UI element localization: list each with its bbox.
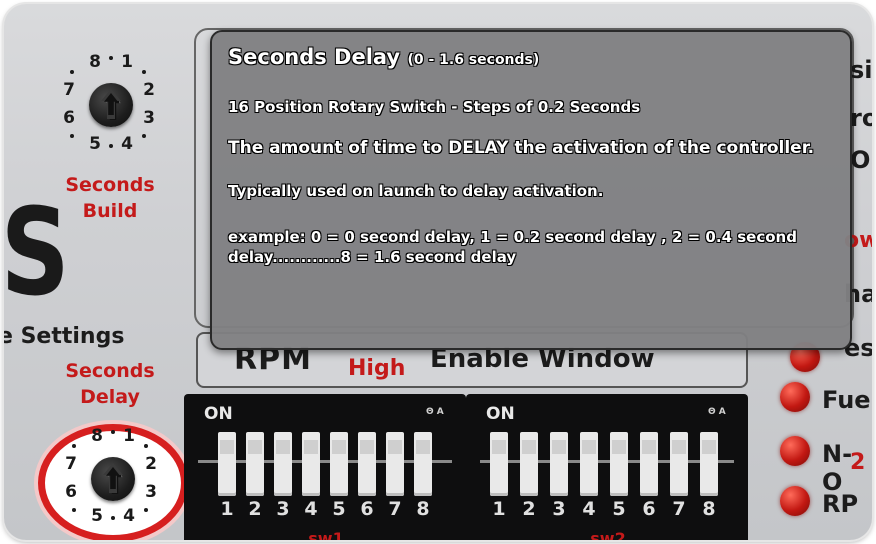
dip-on-label: ON (204, 404, 233, 424)
dial-dot (111, 430, 115, 434)
label-line: Delay (80, 386, 140, 408)
dip-toggle[interactable] (700, 432, 718, 496)
dial-dot (144, 444, 148, 448)
dial-number: 2 (145, 454, 157, 474)
dip-number: 2 (522, 498, 536, 520)
dip-number: 5 (612, 498, 626, 520)
dial-dot (111, 516, 115, 520)
led-label: Fue (822, 386, 871, 414)
dial-dot (72, 508, 76, 512)
dip-toggle[interactable] (520, 432, 538, 496)
dip-number: 2 (248, 498, 262, 520)
dip-number: 6 (642, 498, 656, 520)
dial-number: 1 (121, 52, 133, 72)
dip-toggle[interactable] (640, 432, 658, 496)
dip-toggle[interactable] (414, 432, 432, 496)
tooltip-title-main: Seconds Delay (228, 45, 401, 69)
dip-toggle[interactable] (550, 432, 568, 496)
status-led (780, 486, 810, 516)
dip-number: 3 (276, 498, 290, 520)
status-led (780, 382, 810, 412)
dial-number: 7 (63, 80, 75, 100)
dial-dot (144, 508, 148, 512)
dip-toggle[interactable] (610, 432, 628, 496)
dip-marker-label: Θ A (426, 407, 444, 417)
dial-dot (70, 134, 74, 138)
dip-on-label: ON (486, 404, 515, 424)
seconds-delay-dial[interactable]: 8 1 2 3 4 5 6 7 (58, 424, 168, 534)
dip-switch-block-2: ON Θ A 1 2 3 4 5 6 7 8 sw2 (466, 394, 748, 540)
dip-number: 1 (492, 498, 506, 520)
dip-number: 4 (304, 498, 318, 520)
dip-toggle[interactable] (358, 432, 376, 496)
dip-number: 1 (220, 498, 234, 520)
dip-toggle[interactable] (218, 432, 236, 496)
dip-toggle[interactable] (490, 432, 508, 496)
dial-dot (109, 56, 113, 60)
tooltip-line: example: 0 = 0 second delay, 1 = 0.2 sec… (228, 228, 797, 266)
dip-number: 6 (360, 498, 374, 520)
dial-number: 3 (143, 108, 155, 128)
settings-label: e Settings (4, 324, 125, 349)
tooltip-line: 16 Position Rotary Switch - Steps of 0.2… (228, 98, 641, 116)
dip-toggle[interactable] (274, 432, 292, 496)
dial-number: 8 (91, 426, 103, 446)
dial-number: 8 (89, 52, 101, 72)
right-fragment: O: (850, 146, 872, 174)
dip-number: 3 (552, 498, 566, 520)
seconds-delay-label: Seconds Delay (40, 358, 180, 410)
seconds-build-dial[interactable]: 8 1 2 3 4 5 6 7 (56, 50, 166, 160)
dip-number: 8 (702, 498, 716, 520)
tooltip-line: The amount of time to DELAY the activati… (228, 138, 815, 158)
dial-number: 5 (91, 506, 103, 526)
dial-number: 7 (65, 454, 77, 474)
tooltip-popup: Seconds Delay (0 - 1.6 seconds) 16 Posit… (210, 30, 852, 350)
dial-dot (142, 70, 146, 74)
dial-dot (70, 70, 74, 74)
rotary-knob[interactable] (89, 83, 133, 127)
dial-number: 5 (89, 134, 101, 154)
right-fragment: ro (850, 104, 872, 132)
tooltip-title: Seconds Delay (0 - 1.6 seconds) (228, 44, 834, 73)
dip-marker-label: Θ A (708, 407, 726, 417)
dip-switch-name: sw1 (308, 529, 344, 540)
dip-number: 4 (582, 498, 596, 520)
right-fragment: si (850, 56, 872, 84)
dial-number: 6 (63, 108, 75, 128)
dial-number: 2 (143, 80, 155, 100)
dial-dot (72, 444, 76, 448)
dip-number: 7 (388, 498, 402, 520)
device-photo-frame: 8 1 2 3 4 5 6 7 Seconds Build S e Settin… (4, 4, 872, 540)
dip-toggle[interactable] (246, 432, 264, 496)
rpm-high-label: High (348, 356, 406, 381)
dip-toggle[interactable] (670, 432, 688, 496)
led-label: RP (822, 490, 859, 518)
dip-number: 7 (672, 498, 686, 520)
panel-background: 8 1 2 3 4 5 6 7 Seconds Build S e Settin… (4, 4, 872, 540)
dip-toggle[interactable] (386, 432, 404, 496)
label-line: Seconds (65, 360, 155, 382)
dip-switch-name: sw2 (590, 529, 626, 540)
dip-switch-block-1: ON Θ A 1 2 3 4 5 6 7 8 sw1 (184, 394, 466, 540)
dial-number: 6 (65, 482, 77, 502)
rotary-knob[interactable] (91, 457, 135, 501)
dip-number: 8 (416, 498, 430, 520)
dip-rail (480, 460, 734, 463)
dip-number: 5 (332, 498, 346, 520)
dial-dot (109, 144, 113, 148)
dial-number: 1 (123, 426, 135, 446)
dip-toggle[interactable] (580, 432, 598, 496)
tooltip-line: Typically used on launch to delay activa… (228, 182, 604, 200)
led-red-number: 2 (850, 450, 866, 475)
dial-number: 4 (121, 134, 133, 154)
dip-toggle[interactable] (330, 432, 348, 496)
dip-toggle[interactable] (302, 432, 320, 496)
status-led (780, 436, 810, 466)
dial-number: 3 (145, 482, 157, 502)
dial-dot (142, 134, 146, 138)
tooltip-title-range: (0 - 1.6 seconds) (407, 52, 540, 68)
dial-number: 4 (123, 506, 135, 526)
logo-letter: S (4, 184, 70, 323)
